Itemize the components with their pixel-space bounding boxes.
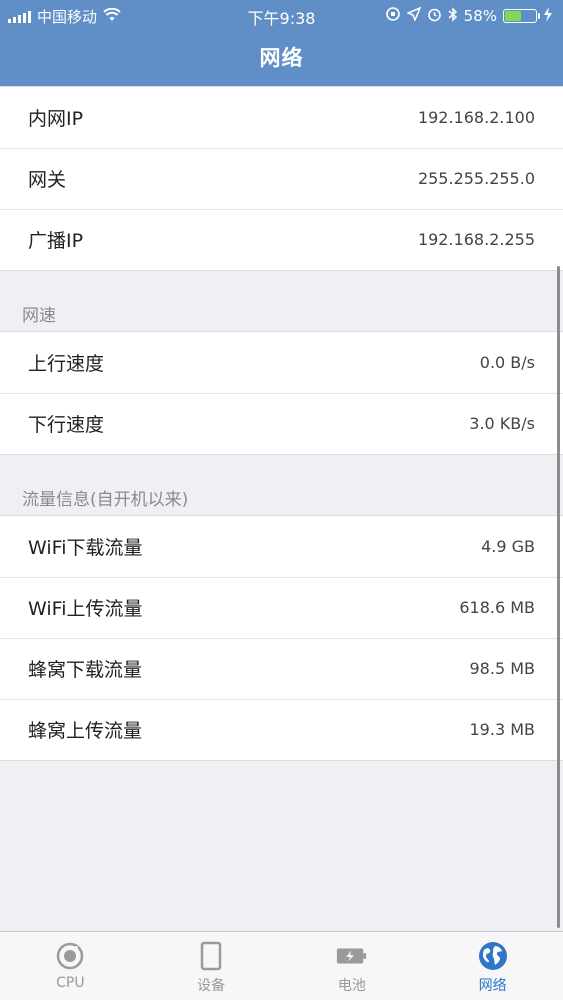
- status-bar: 中国移动 下午9:38 58%: [0, 0, 563, 30]
- list-item: WiFi下载流量 4.9 GB: [0, 516, 563, 577]
- list-item: 蜂窝下载流量 98.5 MB: [0, 638, 563, 699]
- row-label: 上行速度: [28, 353, 105, 375]
- list-item: 上行速度 0.0 B/s: [0, 332, 563, 393]
- tab-label: 设备: [197, 978, 226, 994]
- bluetooth-icon: [448, 6, 458, 26]
- cpu-icon: [54, 940, 86, 972]
- orientation-lock-icon: [385, 6, 401, 26]
- section-header-speed: 网速: [22, 306, 56, 326]
- list-item: 内网IP 192.168.2.100: [0, 87, 563, 148]
- list-item: 网关 255.255.255.0: [0, 148, 563, 209]
- tab-cpu[interactable]: CPU: [0, 932, 141, 1000]
- row-value: 0.0 B/s: [479, 353, 535, 372]
- row-value: 98.5 MB: [469, 659, 536, 678]
- speed-group: 上行速度 0.0 B/s 下行速度 3.0 KB/s: [0, 331, 563, 455]
- row-label: WiFi下载流量: [28, 537, 143, 559]
- tab-network[interactable]: 网络: [422, 932, 563, 1000]
- row-value: 19.3 MB: [469, 720, 536, 739]
- device-icon: [195, 940, 227, 972]
- alarm-icon: [427, 7, 442, 26]
- tab-bar: CPU 设备 电池 网络: [0, 931, 563, 1000]
- tab-label: 网络: [478, 978, 507, 994]
- section-header-traffic: 流量信息(自开机以来): [22, 490, 189, 510]
- battery-percent: 58%: [463, 7, 497, 25]
- globe-icon: [477, 940, 509, 972]
- row-label: 蜂窝上传流量: [28, 720, 143, 742]
- tab-label: CPU: [56, 975, 85, 991]
- battery-icon: [336, 940, 368, 972]
- row-value: 192.168.2.255: [417, 230, 535, 249]
- ip-info-group: 内网IP 192.168.2.100 网关 255.255.255.0 广播IP…: [0, 86, 563, 271]
- row-label: 蜂窝下载流量: [28, 659, 143, 681]
- charging-icon: [543, 6, 553, 26]
- list-item: WiFi上传流量 618.6 MB: [0, 577, 563, 638]
- list-item: 下行速度 3.0 KB/s: [0, 393, 563, 454]
- row-value: 255.255.255.0: [417, 169, 535, 188]
- row-label: 网关: [28, 169, 67, 191]
- list-item: 广播IP 192.168.2.255: [0, 209, 563, 270]
- row-label: 下行速度: [28, 414, 105, 436]
- page-title: 网络: [259, 46, 304, 70]
- row-label: 广播IP: [28, 230, 84, 252]
- tab-label: 电池: [337, 978, 366, 994]
- location-icon: [405, 6, 422, 25]
- scrollbar[interactable]: [557, 266, 560, 928]
- network-info-list: 内网IP 192.168.2.100 网关 255.255.255.0 广播IP…: [0, 86, 563, 761]
- navigation-header: 中国移动 下午9:38 58% 网络: [0, 0, 563, 86]
- traffic-group: WiFi下载流量 4.9 GB WiFi上传流量 618.6 MB 蜂窝下载流量…: [0, 515, 563, 761]
- row-value: 192.168.2.100: [417, 108, 535, 127]
- row-label: 内网IP: [28, 108, 84, 130]
- list-item: 蜂窝上传流量 19.3 MB: [0, 699, 563, 760]
- row-value: 3.0 KB/s: [469, 414, 535, 433]
- row-label: WiFi上传流量: [28, 598, 143, 620]
- tab-device[interactable]: 设备: [141, 932, 282, 1000]
- tab-battery[interactable]: 电池: [282, 932, 423, 1000]
- row-value: 618.6 MB: [459, 598, 535, 617]
- row-value: 4.9 GB: [481, 537, 535, 556]
- battery-status-icon: [503, 9, 540, 23]
